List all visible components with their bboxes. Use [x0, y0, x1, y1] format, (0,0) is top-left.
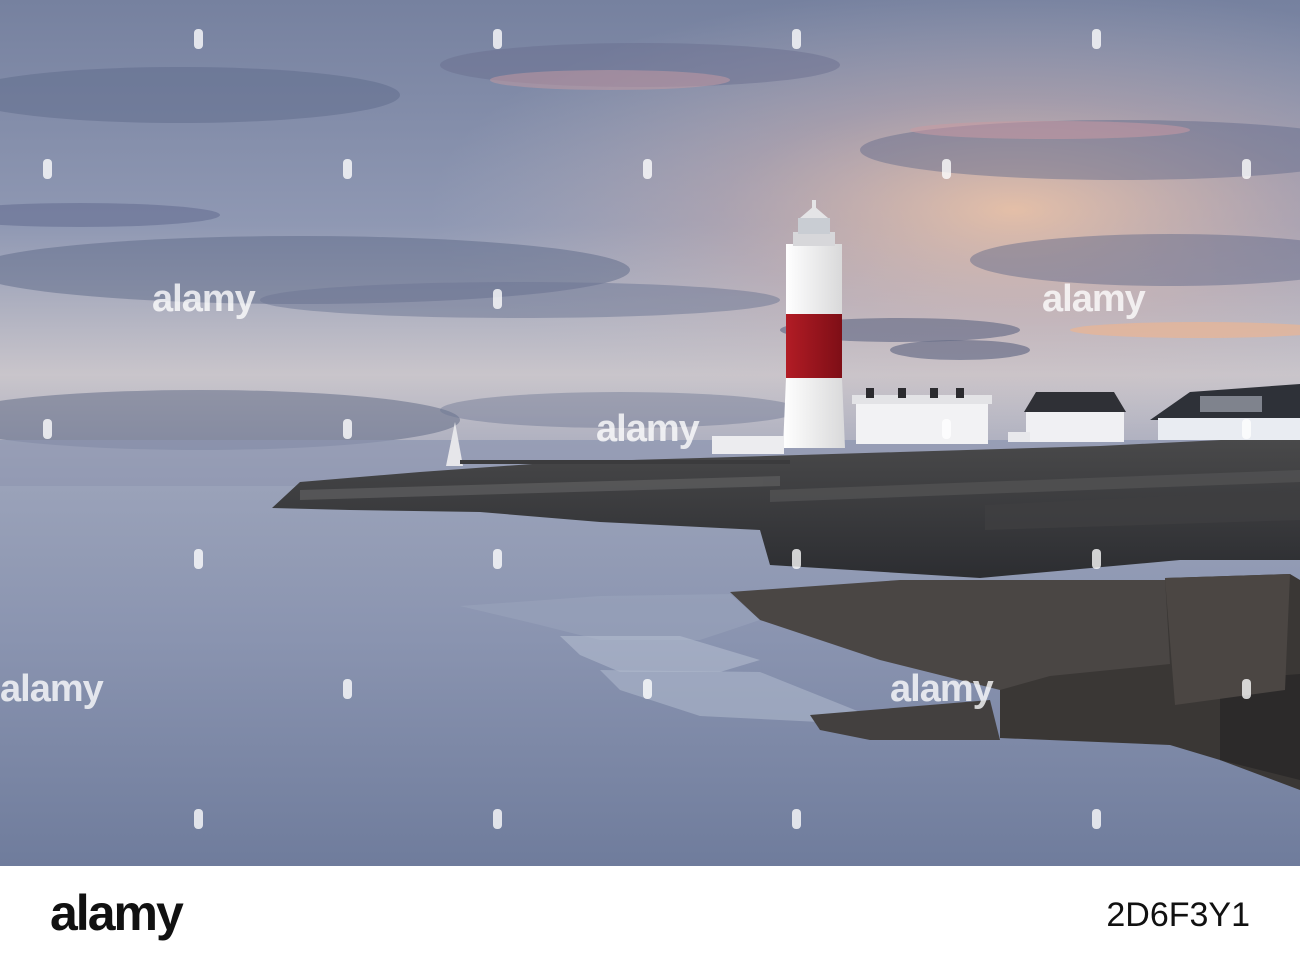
watermark-dot	[792, 809, 801, 829]
watermark-dot	[1092, 549, 1101, 569]
watermark-dot	[1242, 419, 1251, 439]
brand-logo[interactable]: alamy	[50, 884, 184, 942]
watermark-dot	[194, 29, 203, 49]
watermark-dot	[1092, 809, 1101, 829]
photo: alamy alamy alamy alamy alamy	[0, 0, 1300, 866]
footer-bar	[0, 866, 1300, 956]
watermark-dot	[942, 419, 951, 439]
watermark-dot	[942, 159, 951, 179]
watermark-dot	[493, 289, 502, 309]
watermark-dot	[343, 679, 352, 699]
seascape-illustration	[0, 0, 1300, 866]
watermark-dot	[493, 549, 502, 569]
watermark-dot	[1242, 679, 1251, 699]
watermark-dot	[194, 549, 203, 569]
watermark-dot	[792, 29, 801, 49]
watermark-dot	[194, 809, 203, 829]
watermark-dot	[343, 159, 352, 179]
watermark-dot	[643, 679, 652, 699]
watermark-dot	[343, 419, 352, 439]
watermark-dot	[43, 159, 52, 179]
watermark-dot	[493, 809, 502, 829]
watermark-dot	[643, 159, 652, 179]
watermark-dot	[1242, 159, 1251, 179]
watermark-dot	[792, 549, 801, 569]
watermark-dot	[1092, 29, 1101, 49]
watermark-dot	[43, 419, 52, 439]
watermark-dot	[493, 29, 502, 49]
image-id: 2D6F3Y1	[1106, 896, 1250, 934]
